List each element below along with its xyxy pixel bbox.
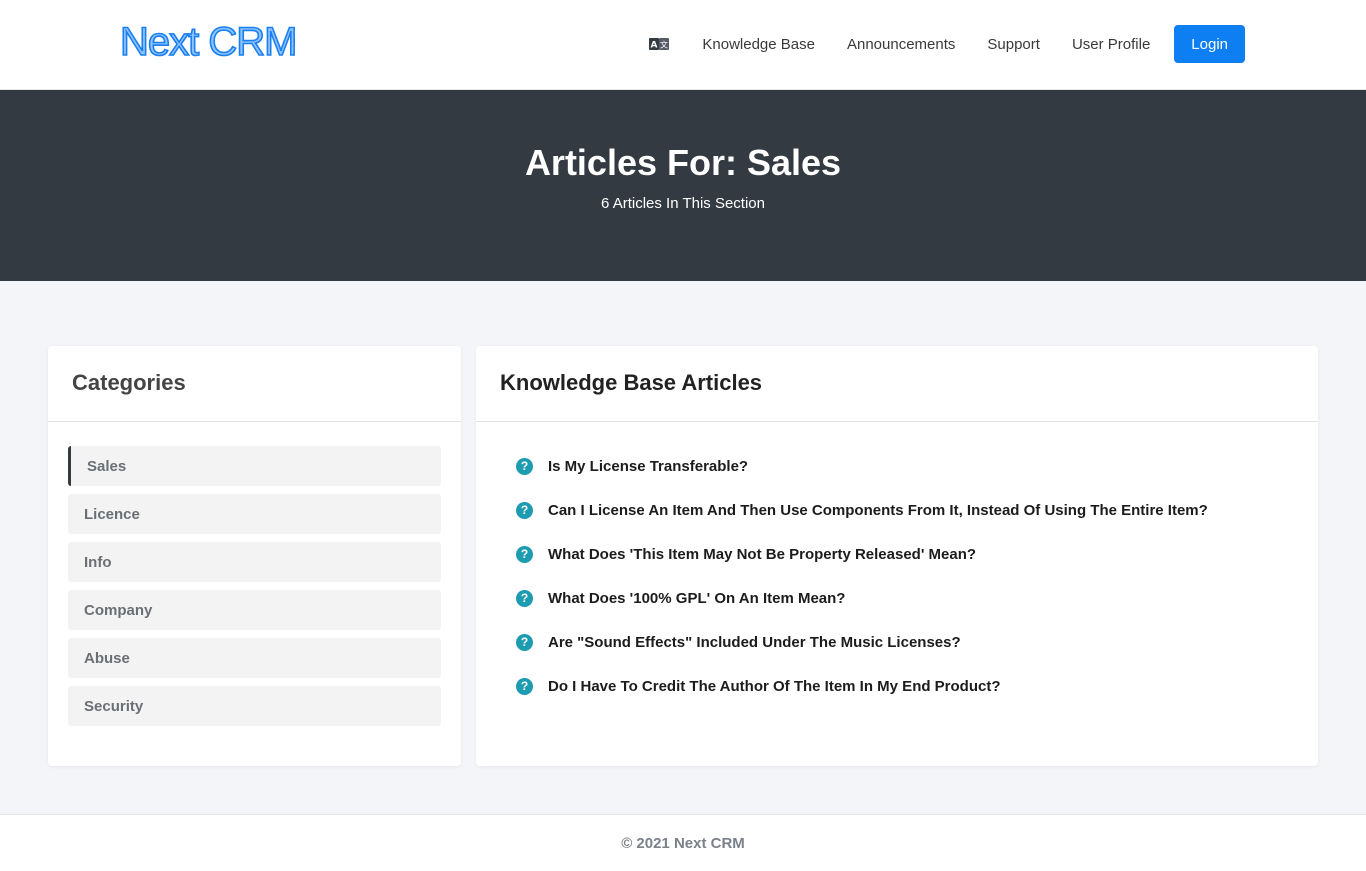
logo[interactable]: Next CRM (119, 19, 298, 65)
article-link[interactable]: Are "Sound Effects" Included Under The M… (548, 634, 961, 651)
nav-user-profile[interactable]: User Profile (1072, 36, 1150, 53)
question-circle-icon: ? (516, 634, 533, 651)
category-item-licence[interactable]: Licence (68, 494, 441, 534)
article-item[interactable]: ? Can I License An Item And Then Use Com… (516, 502, 1318, 546)
category-item-security[interactable]: Security (68, 686, 441, 726)
svg-text:文: 文 (660, 40, 668, 50)
article-link[interactable]: What Does '100% GPL' On An Item Mean? (548, 590, 845, 607)
categories-title: Categories (72, 370, 186, 395)
article-link[interactable]: What Does 'This Item May Not Be Property… (548, 546, 976, 563)
question-circle-icon: ? (516, 678, 533, 695)
article-item[interactable]: ? Do I Have To Credit The Author Of The … (516, 678, 1318, 722)
articles-card: Knowledge Base Articles ? Is My License … (476, 346, 1318, 766)
article-item[interactable]: ? What Does 'This Item May Not Be Proper… (516, 546, 1318, 590)
top-navbar: Next CRM A 文 Knowledge Base Announcement… (0, 0, 1366, 90)
login-button[interactable]: Login (1174, 25, 1245, 63)
svg-text:A: A (651, 41, 658, 51)
article-count: 6 Articles In This Section (601, 195, 765, 212)
article-link[interactable]: Is My License Transferable? (548, 458, 748, 475)
nav-announcements[interactable]: Announcements (847, 36, 955, 53)
question-circle-icon: ? (516, 546, 533, 563)
question-circle-icon: ? (516, 590, 533, 607)
hero-banner: Articles For: Sales 6 Articles In This S… (0, 90, 1366, 281)
copyright-text: © 2021 Next CRM (621, 835, 745, 852)
article-list: ? Is My License Transferable? ? Can I Li… (476, 422, 1318, 722)
article-item[interactable]: ? What Does '100% GPL' On An Item Mean? (516, 590, 1318, 634)
article-link[interactable]: Can I License An Item And Then Use Compo… (548, 502, 1208, 519)
translate-icon[interactable]: A 文 (648, 37, 670, 51)
categories-header: Categories (48, 346, 461, 422)
nav-knowledge-base[interactable]: Knowledge Base (702, 36, 815, 53)
category-item-sales[interactable]: Sales (68, 446, 441, 486)
question-circle-icon: ? (516, 458, 533, 475)
category-item-company[interactable]: Company (68, 590, 441, 630)
categories-card: Categories Sales Licence Info Company Ab… (48, 346, 461, 766)
main-nav: A 文 Knowledge Base Announcements Support… (648, 25, 1245, 63)
category-list: Sales Licence Info Company Abuse Securit… (48, 422, 461, 726)
article-link[interactable]: Do I Have To Credit The Author Of The It… (548, 678, 1001, 695)
page-title: Articles For: Sales (524, 142, 842, 183)
article-item[interactable]: ? Is My License Transferable? (516, 458, 1318, 502)
articles-title: Knowledge Base Articles (500, 370, 763, 395)
articles-header: Knowledge Base Articles (476, 346, 1318, 422)
footer: © 2021 Next CRM (0, 814, 1366, 871)
question-circle-icon: ? (516, 502, 533, 519)
article-item[interactable]: ? Are "Sound Effects" Included Under The… (516, 634, 1318, 678)
nav-support[interactable]: Support (987, 36, 1040, 53)
category-item-info[interactable]: Info (68, 542, 441, 582)
category-item-abuse[interactable]: Abuse (68, 638, 441, 678)
